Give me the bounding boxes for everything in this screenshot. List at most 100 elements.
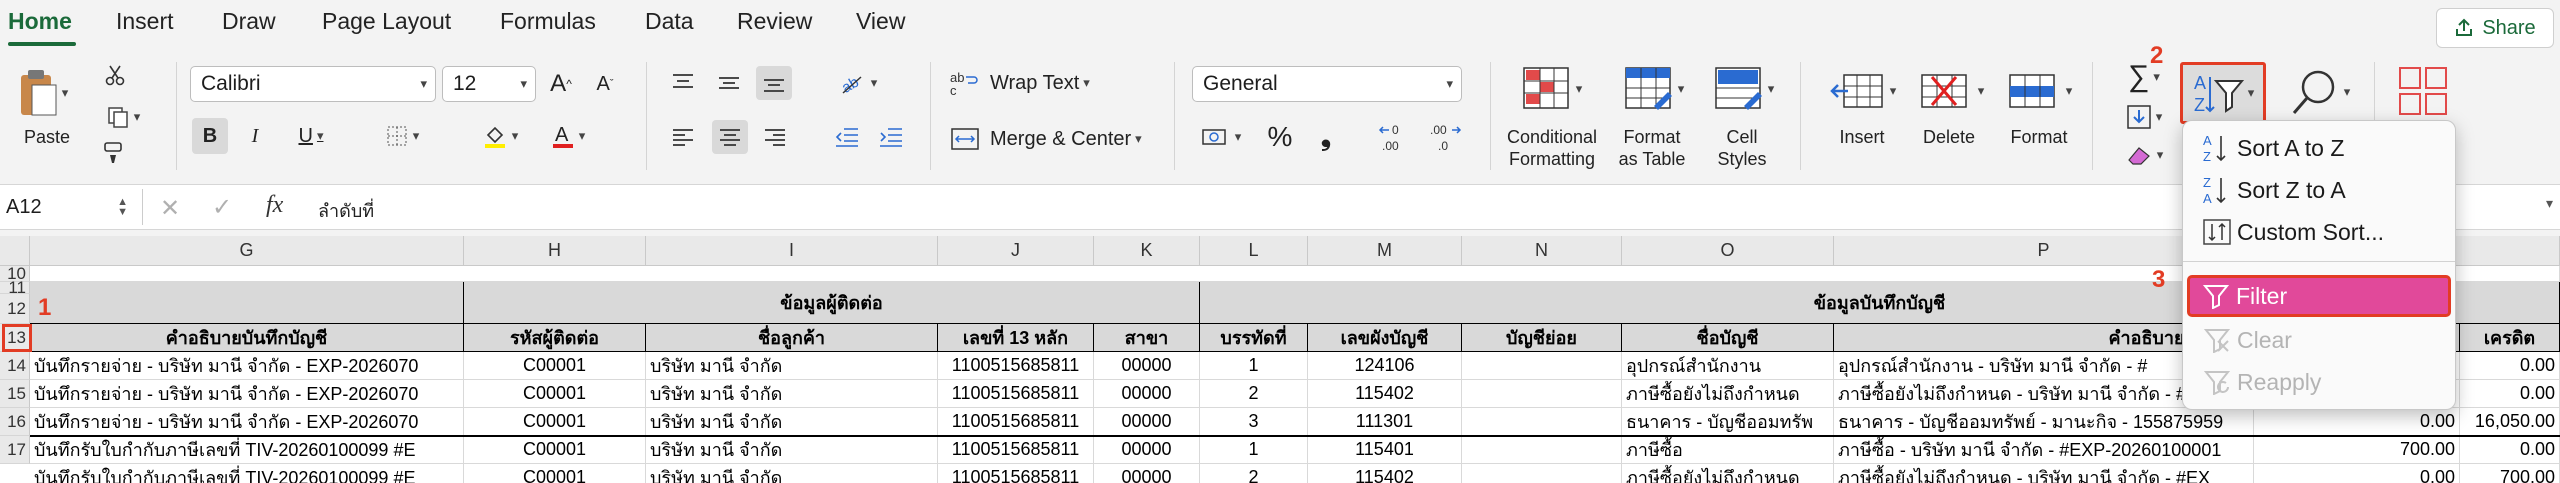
column-title[interactable]: เลขที่ 13 หลัก: [938, 324, 1094, 352]
table-cell[interactable]: 115401: [1308, 436, 1462, 464]
row-header[interactable]: 12: [0, 294, 30, 324]
row-header[interactable]: 15: [0, 380, 30, 408]
table-cell[interactable]: 0.00: [2460, 436, 2560, 464]
tab-review[interactable]: Review: [737, 8, 812, 35]
menu-filter[interactable]: Filter: [2187, 275, 2451, 317]
fill-color-button[interactable]: ▾: [470, 118, 530, 154]
column-header[interactable]: M: [1308, 236, 1462, 266]
table-cell[interactable]: อุปกรณ์สำนักงาน: [1622, 352, 1834, 380]
table-cell[interactable]: บันทึกรับใบกำกับภาษีเลขที่ TIV-202601000…: [30, 464, 464, 483]
table-cell[interactable]: C00001: [464, 352, 646, 380]
delete-cells-button[interactable]: ▾: [1908, 64, 1994, 118]
clear-button[interactable]: ▾: [2118, 138, 2170, 172]
spreadsheet-grid[interactable]: GHIJKLMNOPR 1011121314151617 ข้อมูลผู้ติ…: [0, 236, 2560, 483]
table-cell[interactable]: [1462, 352, 1622, 380]
table-cell[interactable]: ธนาคาร - บัญชีออมทรัพย์ - มานะกิจ - 1558…: [1834, 408, 2254, 436]
find-select-button[interactable]: ▾: [2280, 62, 2360, 122]
confirm-icon[interactable]: ✓: [212, 193, 232, 222]
number-format-dropdown[interactable]: General ▾: [1192, 66, 1462, 102]
column-title[interactable]: เลขผังบัญชี: [1308, 324, 1462, 352]
accounting-format-button[interactable]: ▾: [1192, 120, 1250, 154]
decrease-font-size-button[interactable]: Aˇ: [592, 68, 618, 100]
tab-draw[interactable]: Draw: [222, 8, 276, 35]
copy-button[interactable]: ▾: [98, 102, 148, 132]
align-center-button[interactable]: [712, 120, 748, 154]
table-cell[interactable]: บริษัท มานี จำกัด: [646, 464, 938, 483]
paste-button[interactable]: ▾: [14, 62, 72, 124]
font-size-dropdown[interactable]: 12 ▾: [442, 66, 536, 102]
table-cell[interactable]: 2: [1200, 464, 1308, 483]
format-painter-button[interactable]: [98, 138, 128, 168]
table-cell[interactable]: 00000: [1094, 352, 1200, 380]
font-color-button[interactable]: A ▾: [540, 118, 596, 154]
table-cell[interactable]: 115402: [1308, 380, 1462, 408]
table-cell[interactable]: บริษัท มานี จำกัด: [646, 436, 938, 464]
borders-button[interactable]: ▾: [374, 118, 430, 154]
table-cell[interactable]: 1100515685811: [938, 352, 1094, 380]
table-cell[interactable]: 1: [1200, 352, 1308, 380]
table-cell[interactable]: C00001: [464, 436, 646, 464]
column-title[interactable]: ชื่อลูกค้า: [646, 324, 938, 352]
table-cell[interactable]: [1462, 436, 1622, 464]
empty-row-10[interactable]: [30, 266, 2560, 282]
table-cell[interactable]: 00000: [1094, 464, 1200, 483]
table-cell[interactable]: 0.00: [2460, 352, 2560, 380]
decrease-decimal-button[interactable]: .00.0: [1424, 118, 1464, 156]
increase-decimal-button[interactable]: 0.00: [1376, 118, 1416, 156]
font-name-dropdown[interactable]: Calibri ▾: [190, 66, 436, 102]
format-cells-button[interactable]: ▾: [1996, 64, 2082, 118]
insert-cells-button[interactable]: ▾: [1820, 64, 1906, 118]
table-cell[interactable]: 0.00: [2254, 464, 2460, 483]
align-left-button[interactable]: [668, 122, 698, 152]
table-cell[interactable]: ภาษีซื้อยังไม่ถึงกำหนด - บริษัท มานี จำก…: [1834, 464, 2254, 483]
table-cell[interactable]: 124106: [1308, 352, 1462, 380]
table-cell[interactable]: 16,050.00: [2460, 408, 2560, 436]
table-cell[interactable]: บริษัท มานี จำกัด: [646, 352, 938, 380]
table-cell[interactable]: 00000: [1094, 436, 1200, 464]
table-cell[interactable]: ภาษีซื้อ - บริษัท มานี จำกัด - #EXP-2026…: [1834, 436, 2254, 464]
tab-home[interactable]: Home: [8, 8, 72, 35]
cancel-icon[interactable]: ✕: [160, 194, 180, 223]
table-cell[interactable]: ธนาคาร - บัญชีออมทรัพ: [1622, 408, 1834, 436]
align-middle-button[interactable]: [714, 68, 744, 98]
italic-button[interactable]: I: [240, 118, 270, 154]
column-header[interactable]: O: [1622, 236, 1834, 266]
tab-page-layout[interactable]: Page Layout: [322, 8, 451, 35]
align-top-button[interactable]: [668, 68, 698, 98]
table-cell[interactable]: 1100515685811: [938, 408, 1094, 436]
percent-style-button[interactable]: %: [1262, 120, 1298, 154]
table-cell[interactable]: [1462, 380, 1622, 408]
table-cell[interactable]: 1100515685811: [938, 380, 1094, 408]
table-cell[interactable]: 1100515685811: [938, 436, 1094, 464]
tab-insert[interactable]: Insert: [116, 8, 174, 35]
column-title[interactable]: เครดิต: [2460, 324, 2560, 352]
table-cell[interactable]: ภาษีซื้อยังไม่ถึงกำหนด: [1622, 464, 1834, 483]
table-cell[interactable]: 0.00: [2460, 380, 2560, 408]
wrap-text-button[interactable]: ab c Wrap Text ▾: [950, 66, 1110, 100]
table-cell[interactable]: 00000: [1094, 408, 1200, 436]
analyze-data-button[interactable]: [2396, 64, 2450, 118]
function-icon[interactable]: fx: [266, 192, 283, 219]
cut-button[interactable]: [100, 60, 130, 90]
table-cell[interactable]: C00001: [464, 380, 646, 408]
menu-custom-sort[interactable]: Custom Sort...: [2191, 213, 2449, 251]
table-cell[interactable]: 1100515685811: [938, 464, 1094, 483]
comma-style-button[interactable]: ❟: [1308, 120, 1344, 154]
tab-view[interactable]: View: [856, 8, 905, 35]
table-cell[interactable]: 1: [1200, 436, 1308, 464]
table-cell[interactable]: 0.00: [2254, 408, 2460, 436]
table-cell[interactable]: ภาษีซื้อยังไม่ถึงกำหนด: [1622, 380, 1834, 408]
table-cell[interactable]: C00001: [464, 408, 646, 436]
row-header[interactable]: 11: [0, 278, 30, 297]
table-cell[interactable]: 700.00: [2254, 436, 2460, 464]
column-title[interactable]: รหัสผู้ติดต่อ: [464, 324, 646, 352]
table-cell[interactable]: บริษัท มานี จำกัด: [646, 408, 938, 436]
column-header[interactable]: G: [30, 236, 464, 266]
table-cell[interactable]: บันทึกรายจ่าย - บริษัท มานี จำกัด - EXP-…: [30, 352, 464, 380]
cell-styles-button[interactable]: ▾: [1704, 60, 1784, 118]
tab-data[interactable]: Data: [645, 8, 694, 35]
bold-button[interactable]: B: [192, 118, 228, 154]
column-header[interactable]: L: [1200, 236, 1308, 266]
table-cell[interactable]: ภาษีซื้อ: [1622, 436, 1834, 464]
format-as-table-button[interactable]: ▾: [1614, 60, 1694, 118]
